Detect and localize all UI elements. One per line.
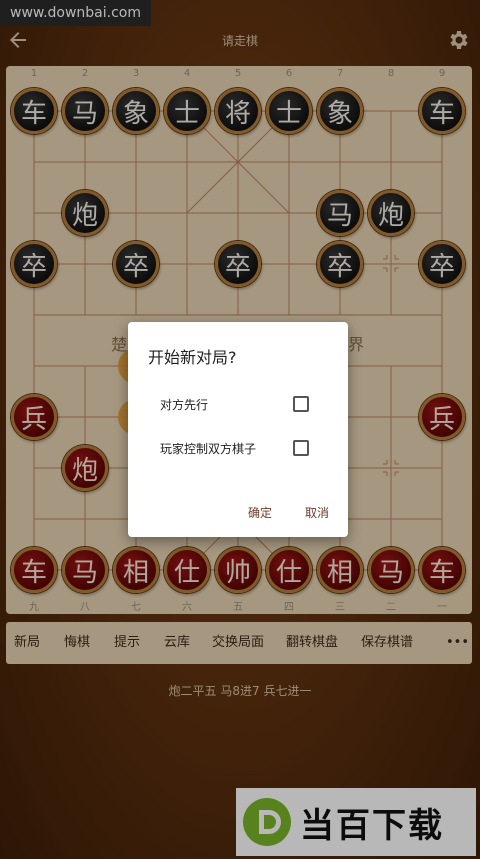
- control-both-label: 玩家控制双方棋子: [160, 442, 257, 456]
- opponent-first-label: 对方先行: [160, 398, 209, 412]
- confirm-button[interactable]: 确定: [248, 504, 272, 521]
- opponent-first-checkbox[interactable]: [293, 396, 309, 412]
- cancel-button[interactable]: 取消: [305, 504, 329, 521]
- dialog-title: 开始新对局?: [148, 348, 237, 367]
- new-game-dialog: 开始新对局? 对方先行 玩家控制双方棋子 确定 取消: [128, 322, 348, 537]
- control-both-checkbox[interactable]: [293, 440, 309, 456]
